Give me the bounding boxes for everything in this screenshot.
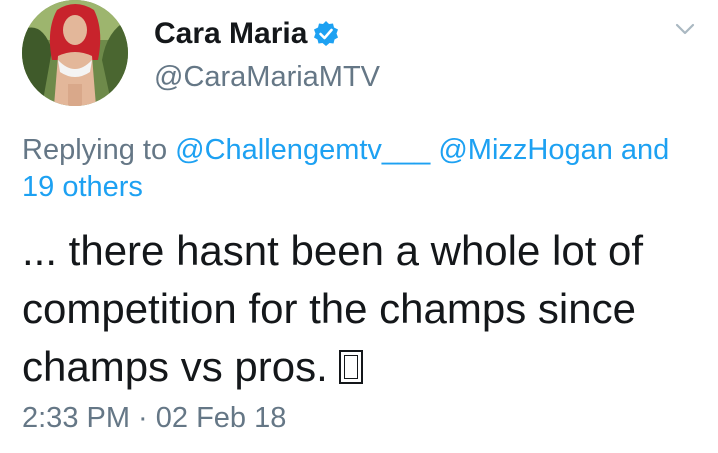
- author-display-name[interactable]: Cara Maria: [154, 16, 307, 52]
- tweet-card: Cara Maria @CaraMariaMTV Replying to @Ch…: [0, 0, 718, 453]
- chevron-down-icon[interactable]: [670, 14, 700, 44]
- tweet-text-line: ... there hasnt been a whole lot of: [22, 227, 644, 274]
- verified-badge-icon: [314, 21, 338, 46]
- mention-others-link[interactable]: 19 others: [22, 171, 143, 203]
- replying-to-label: Replying to: [22, 134, 176, 166]
- replying-to-line: Replying to @Challengemtv___ @MizzHogan …: [22, 132, 702, 206]
- avatar-photo: [22, 0, 128, 106]
- tweet-timestamp[interactable]: 2:33 PM · 02 Feb 18: [22, 400, 286, 436]
- tweet-text-line: champs vs pros.: [22, 343, 340, 390]
- tweet-text-line: competition for the champs since: [22, 285, 636, 332]
- missing-emoji-icon: [339, 350, 364, 384]
- mention-connector[interactable]: and: [621, 134, 669, 166]
- mention-challengemtv[interactable]: @Challengemtv___: [175, 134, 430, 166]
- avatar[interactable]: [22, 0, 128, 106]
- mention-mizzhogan[interactable]: @MizzHogan: [438, 134, 613, 166]
- tweet-text: ... there hasnt been a whole lot of compe…: [22, 222, 702, 396]
- author-handle[interactable]: @CaraMariaMTV: [154, 60, 380, 94]
